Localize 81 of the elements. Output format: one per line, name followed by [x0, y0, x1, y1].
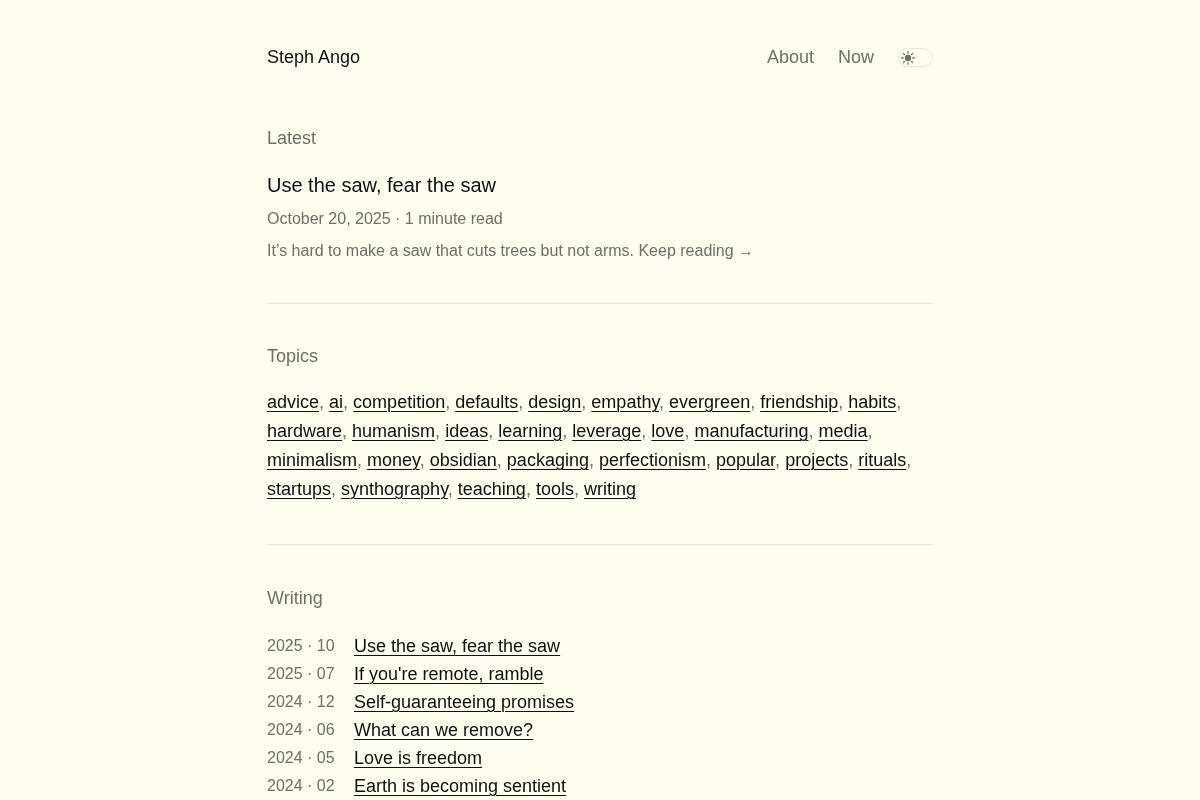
sun-icon	[901, 50, 915, 65]
separator: ,	[525, 479, 531, 499]
separator: ,	[848, 450, 854, 470]
separator: ,	[659, 392, 665, 412]
separator: ,	[684, 421, 690, 441]
separator: ,	[706, 450, 712, 470]
topic-link[interactable]: teaching	[457, 479, 526, 499]
post-link[interactable]: What can we remove?	[354, 718, 534, 742]
topic-link[interactable]: love	[651, 421, 685, 441]
separator: ,	[808, 421, 814, 441]
topic-link[interactable]: rituals	[858, 450, 907, 470]
topic-link[interactable]: synthography	[341, 479, 448, 499]
topic-link[interactable]: leverage	[572, 421, 642, 441]
separator: ,	[562, 421, 568, 441]
topic-link[interactable]: tools	[535, 479, 574, 499]
topic-link[interactable]: obsidian	[429, 450, 497, 470]
nav-link[interactable]: About	[766, 44, 814, 71]
topic-link[interactable]: projects	[785, 450, 849, 470]
separator: ,	[641, 421, 647, 441]
separator: ,	[867, 421, 873, 441]
topic-link[interactable]: media	[818, 421, 868, 441]
separator: ,	[573, 479, 579, 499]
keep-reading-link[interactable]: Keep reading →	[638, 242, 755, 259]
post-date: 2024 · 02	[267, 776, 336, 796]
post-link[interactable]: If you're remote, ramble	[354, 662, 544, 686]
post-link[interactable]: Use the saw, fear the saw	[354, 634, 561, 658]
site-title[interactable]: Steph Ango	[267, 44, 361, 71]
separator: ,	[342, 421, 348, 441]
section-heading: Writing	[267, 587, 324, 610]
separator: ,	[357, 450, 362, 470]
separator: ,	[496, 450, 502, 470]
post-date: 2025 · 10	[267, 636, 336, 656]
topic-link[interactable]: humanism	[352, 421, 436, 441]
topic-link[interactable]: design	[528, 392, 582, 412]
separator: ,	[518, 392, 524, 412]
section-heading: Latest	[267, 127, 318, 150]
topic-link[interactable]: perfectionism	[598, 450, 706, 470]
separator: ,	[488, 421, 494, 441]
separator: ,	[838, 392, 844, 412]
topic-link[interactable]: ai	[329, 392, 344, 412]
topic-link[interactable]: startups	[267, 479, 332, 499]
separator: ,	[896, 392, 902, 412]
topic-link[interactable]: manufacturing	[694, 421, 809, 441]
topic-link[interactable]: defaults	[455, 392, 519, 412]
post-date: 2024 · 05	[267, 748, 336, 768]
post-date: 2024 · 06	[267, 720, 336, 740]
post-meta: October 20, 2025 · 1 minute read	[267, 209, 504, 229]
section-heading: Topics	[267, 345, 320, 368]
post-link[interactable]: Love is freedom	[354, 746, 483, 770]
topic-link[interactable]: hardware	[267, 421, 343, 441]
topic-link[interactable]: competition	[353, 392, 446, 412]
nav-link[interactable]: Now	[838, 44, 874, 71]
topic-link[interactable]: packaging	[506, 450, 589, 470]
topic-link[interactable]: ideas	[445, 421, 489, 441]
post-link[interactable]: Earth is becoming sentient	[354, 774, 567, 798]
post-date: 2025 · 07	[267, 664, 336, 684]
topic-link[interactable]: minimalism	[267, 450, 357, 470]
topic-link[interactable]: advice	[267, 392, 320, 412]
topic-link[interactable]: evergreen	[669, 392, 751, 412]
separator: ,	[581, 392, 587, 412]
separator: ,	[435, 421, 441, 441]
separator: ,	[343, 392, 349, 412]
separator: ,	[319, 392, 325, 412]
separator: ,	[775, 450, 781, 470]
post-link[interactable]: Self-guaranteeing promises	[354, 690, 575, 714]
post-excerpt: It’s hard to make a saw that cuts trees but not arms. Keep reading →	[267, 241, 756, 261]
theme-toggle[interactable]	[898, 48, 933, 67]
separator: ,	[906, 450, 912, 470]
post-date: 2024 · 12	[267, 692, 336, 712]
topic-link[interactable]: writing	[584, 479, 636, 499]
separator: ,	[331, 479, 337, 499]
topic-link[interactable]: friendship	[760, 392, 839, 412]
topic-link[interactable]: habits	[848, 392, 897, 412]
separator: ,	[445, 392, 451, 412]
separator: ,	[750, 392, 756, 412]
topic-link[interactable]: money	[367, 450, 420, 470]
separator: ,	[588, 450, 594, 470]
post-title[interactable]: Use the saw, fear the saw	[267, 171, 933, 199]
topic-link[interactable]: popular	[716, 450, 776, 470]
topic-link[interactable]: empathy	[591, 392, 660, 412]
topic-link[interactable]: learning	[498, 421, 563, 441]
